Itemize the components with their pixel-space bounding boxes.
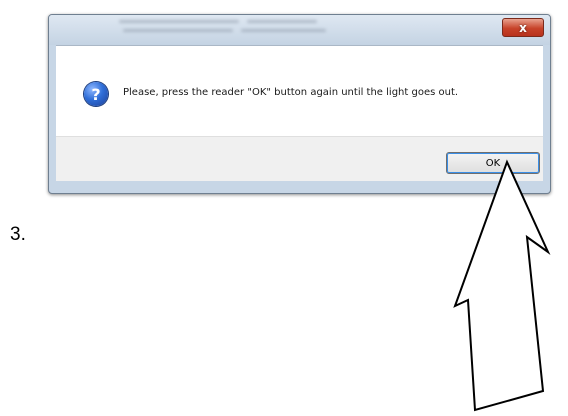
arrow-up-shape	[453, 159, 551, 412]
arrow-up-icon	[453, 159, 551, 412]
